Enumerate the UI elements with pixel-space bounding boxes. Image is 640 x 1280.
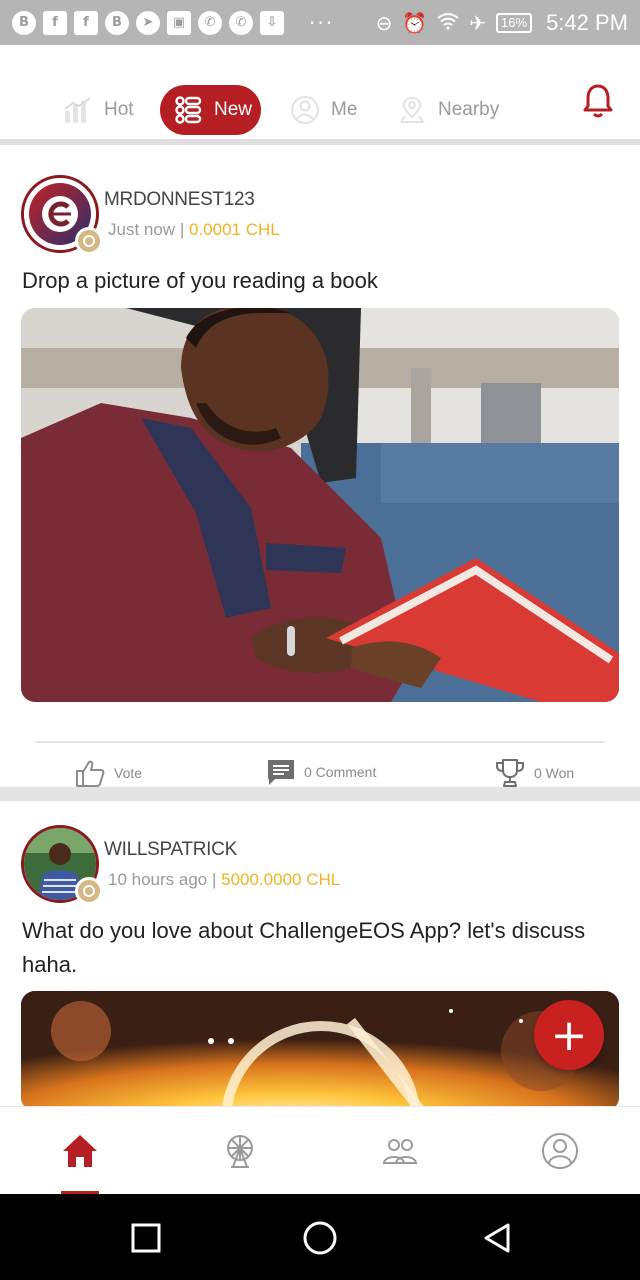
vote-button[interactable]: Vote [74,757,142,789]
chart-icon [62,94,94,126]
comment-count: 0 Comment [304,764,377,780]
post-meta: 10 hours ago | 5000.0000 CHL [108,870,340,890]
profile-icon[interactable] [540,1131,580,1171]
username[interactable]: MRDONNEST123 [104,189,255,211]
tab-new[interactable]: New [160,85,261,135]
tab-label: Nearby [438,99,500,120]
post-text: What do you love about ChallengeEOS App?… [22,918,586,977]
home-button-icon[interactable] [300,1218,340,1258]
avatar[interactable] [21,825,103,905]
post-card: MRDONNEST123 Just now | 0.0001 CHL Drop … [0,151,640,801]
back-icon[interactable] [478,1218,518,1258]
tab-label: Me [331,99,358,120]
post-amount: 5000.0000 CHL [221,870,341,889]
rank-badge-icon [75,877,103,905]
thumbs-up-icon [76,760,105,787]
status-bar: B f f B ➤ ▣ ✆ ✆ ⇩ ··· ⊖ ⏰ ✈ 16% 5:42 PM [0,0,640,45]
top-tab-bar: Hot New Me Nearby [0,45,640,145]
pin-icon [396,94,428,126]
recents-icon[interactable] [126,1218,166,1258]
post-time: Just now [108,220,176,239]
phone-icon: ✆ [198,10,222,35]
b-app-icon: B [12,10,36,35]
bottom-nav [0,1106,640,1195]
facebook-icon: f [43,10,67,35]
won-count: 0 Won [534,765,575,781]
feed[interactable]: MRDONNEST123 Just now | 0.0001 CHL Drop … [0,151,640,1106]
tab-nearby[interactable]: Nearby [396,85,499,135]
post-image[interactable] [21,991,619,1106]
avatar[interactable] [21,175,103,255]
notification-icons: B f f B ➤ ▣ ✆ ✆ ⇩ ··· [12,10,335,35]
username[interactable]: WILLSPATRICK [104,839,237,861]
create-post-button[interactable]: + [534,1000,604,1070]
post-time: 10 hours ago [108,870,208,889]
won-button[interactable]: 0 Won [494,757,574,789]
post-actions: Vote 0 Comment 0 Won [36,741,604,801]
ferris-wheel-icon[interactable] [220,1131,260,1171]
phone-icon: ✆ [229,10,253,35]
meta-separator: | [211,870,217,889]
b-app-icon: B [105,10,129,35]
facebook-icon: f [74,10,98,35]
clock: 5:42 PM [546,9,628,35]
trophy-icon [496,759,524,787]
tab-me[interactable]: Me [289,85,357,135]
system-status: ⊖ ⏰ ✈ 16% 5:42 PM [376,10,628,36]
post-meta: Just now | 0.0001 CHL [108,220,280,240]
gallery-icon: ▣ [167,10,191,35]
download-icon: ⇩ [260,10,284,35]
post-image[interactable] [21,308,619,702]
bell-icon[interactable] [582,83,614,119]
person-icon [289,94,321,126]
list-icon [172,94,204,126]
tab-hot[interactable]: Hot [62,85,134,135]
post-text: Drop a picture of you reading a book [22,268,378,293]
wifi-icon [437,11,459,35]
meta-separator: | [179,220,185,239]
dnd-icon: ⊖ [375,10,393,35]
overflow-icon: ··· [309,10,335,35]
rank-badge-icon [75,227,103,255]
comment-button[interactable]: 0 Comment [266,757,376,787]
vote-label: Vote [114,765,143,781]
home-icon[interactable] [60,1131,100,1171]
system-navigation-bar [0,1194,640,1280]
comment-icon [268,760,294,785]
telegram-icon: ➤ [136,10,160,35]
tab-label: New [214,99,253,120]
airplane-icon: ✈ [469,10,487,35]
group-icon[interactable] [380,1131,420,1171]
post-amount: 0.0001 CHL [188,220,280,239]
tab-label: Hot [104,99,134,120]
alarm-icon: ⏰ [402,10,428,35]
battery-indicator: 16% [496,12,533,33]
